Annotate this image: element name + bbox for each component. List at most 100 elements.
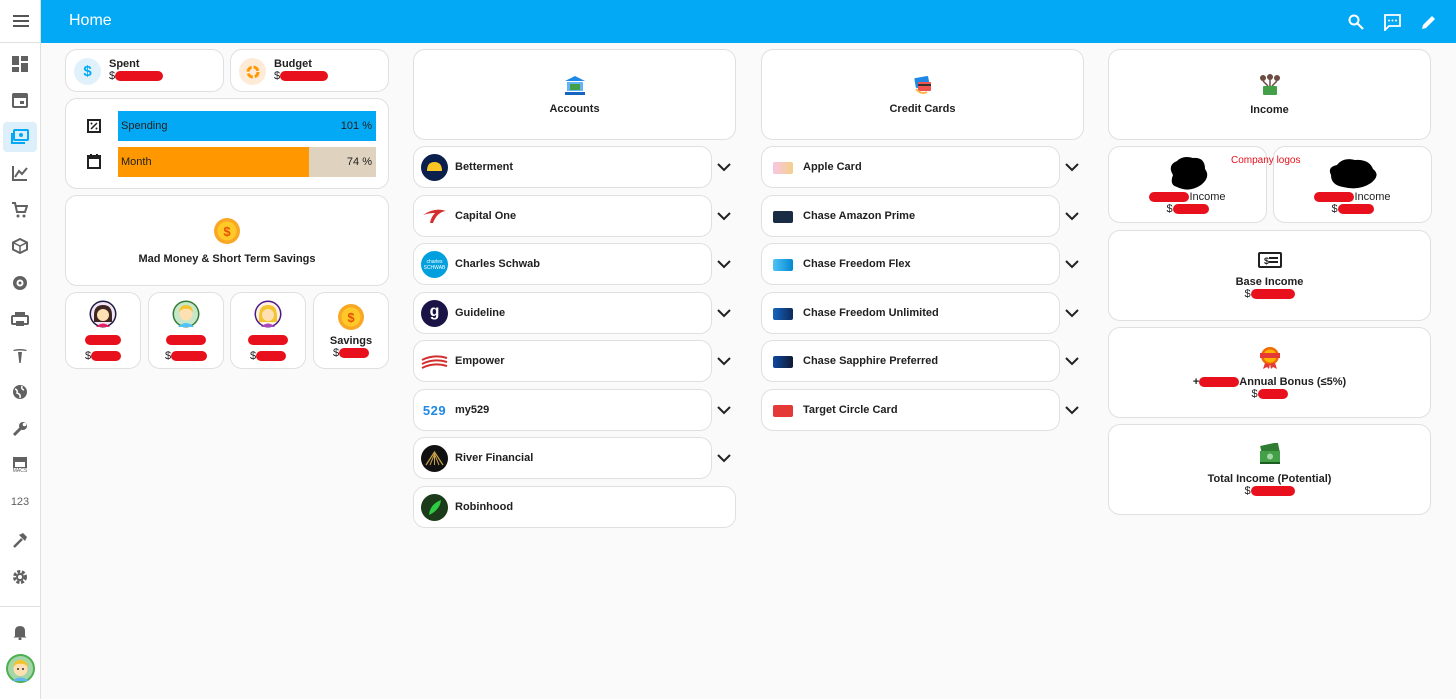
chevron-down-icon (717, 259, 731, 268)
robinhood-logo (421, 494, 448, 521)
sidebar-item-robot[interactable] (3, 268, 37, 298)
chevron-down-icon (1065, 308, 1079, 317)
savings-person-card[interactable]: $ Savings $ (313, 292, 389, 369)
expand-empower[interactable] (713, 350, 735, 372)
company-logo-redacted (1170, 156, 1207, 190)
account-name: Betterment (455, 161, 514, 173)
budget-value: $ (274, 70, 329, 82)
total-income-title: Total Income (Potential) (1207, 472, 1332, 485)
sidebar-item-package[interactable] (3, 231, 37, 261)
sidebar-item-settings[interactable] (3, 562, 37, 592)
card-name: Chase Freedom Unlimited (803, 307, 939, 319)
globe-icon (13, 385, 27, 399)
sidebar-item-numeric[interactable]: 123 (3, 487, 37, 517)
sidebar-item-tesla[interactable] (3, 341, 37, 371)
budget-icon-badge (239, 58, 266, 85)
expand-target-circle-card[interactable] (1061, 399, 1083, 421)
expand-chase-freedom-unlimited[interactable] (1061, 302, 1083, 324)
credit-cards-header-card[interactable]: Credit Cards (761, 49, 1084, 140)
total-income-card[interactable]: Total Income (Potential) $ (1108, 424, 1431, 515)
expand-betterment[interactable] (713, 156, 735, 178)
chevron-down-icon (1065, 405, 1079, 414)
account-row-guideline[interactable]: g Guideline (413, 292, 712, 334)
account-row-empower[interactable]: Empower (413, 340, 712, 382)
savings-card[interactable]: $ Mad Money & Short Term Savings (65, 195, 389, 286)
base-income-card[interactable]: $ Base Income $ (1108, 230, 1431, 321)
coin-icon: $ (214, 217, 240, 244)
schwab-logo: charles SCHWAB (421, 251, 448, 278)
bonus-card[interactable]: + Annual Bonus (≤5%) $ (1108, 327, 1431, 418)
sidebar-item-store[interactable]: MACS (3, 450, 37, 480)
sidebar-item-hammer[interactable] (3, 525, 37, 555)
sidebar-item-tools[interactable] (3, 414, 37, 444)
chevron-down-icon (717, 356, 731, 365)
user-avatar[interactable] (6, 654, 35, 683)
account-row-river-financial[interactable]: River Financial (413, 437, 712, 479)
savings-name: Savings (329, 334, 373, 347)
top-app-bar: Home (41, 0, 1456, 43)
account-name: Guideline (455, 307, 506, 319)
sidebar-item-dashboard[interactable] (3, 49, 37, 79)
expand-chase-sapphire-preferred[interactable] (1061, 350, 1083, 372)
account-row-betterment[interactable]: Betterment (413, 146, 712, 188)
card-row-apple-card[interactable]: Apple Card (761, 146, 1060, 188)
sidebar-item-notifications[interactable] (3, 617, 37, 647)
expand-charles-schwab[interactable] (713, 253, 735, 275)
sidebar-item-cart[interactable] (3, 195, 37, 225)
accounts-header-card[interactable]: Accounts (413, 49, 736, 140)
expand-my529[interactable] (713, 399, 735, 421)
expand-river-financial[interactable] (713, 447, 735, 469)
expand-guideline[interactable] (713, 302, 735, 324)
edit-button[interactable] (1418, 11, 1440, 33)
card-row-chase-sapphire-preferred[interactable]: Chase Sapphire Preferred (761, 340, 1060, 382)
person-card-1[interactable]: $ (65, 292, 141, 369)
printer-icon (11, 312, 29, 326)
card-row-chase-freedom-unlimited[interactable]: Chase Freedom Unlimited (761, 292, 1060, 334)
chevron-down-icon (717, 211, 731, 220)
svg-text:$: $ (1264, 256, 1269, 266)
chevron-down-icon (1065, 211, 1079, 220)
expand-capital-one[interactable] (713, 205, 735, 227)
account-name: River Financial (455, 452, 534, 464)
target-card-logo (773, 405, 793, 417)
spent-card[interactable]: $ Spent $ (65, 49, 224, 92)
card-row-target-circle-card[interactable]: Target Circle Card (761, 389, 1060, 431)
redaction (280, 71, 329, 82)
card-row-chase-freedom-flex[interactable]: Chase Freedom Flex (761, 243, 1060, 285)
account-row-charles-schwab[interactable]: charles SCHWAB Charles Schwab (413, 243, 712, 285)
expand-chase-freedom-flex[interactable] (1061, 253, 1083, 275)
company-logo-redacted (1329, 158, 1377, 188)
chevron-down-icon (717, 308, 731, 317)
sidebar-item-chart[interactable] (3, 158, 37, 188)
account-name: Charles Schwab (455, 258, 540, 270)
betterment-logo (421, 154, 448, 181)
expand-apple-card[interactable] (1061, 156, 1083, 178)
account-row-robinhood[interactable]: Robinhood (413, 486, 736, 528)
person-card-2[interactable]: $ (148, 292, 224, 369)
card-row-chase-amazon-prime[interactable]: Chase Amazon Prime (761, 195, 1060, 237)
budget-card[interactable]: Budget $ (230, 49, 389, 92)
account-row-my529[interactable]: 529 my529 (413, 389, 712, 431)
income-header-card[interactable]: Income (1108, 49, 1431, 140)
bonus-title: + Annual Bonus (≤5%) (1192, 375, 1347, 388)
sidebar-item-printer[interactable] (3, 304, 37, 334)
assist-button[interactable] (1381, 11, 1403, 33)
account-row-capital-one[interactable]: Capital One (413, 195, 712, 237)
search-button[interactable] (1345, 11, 1367, 33)
month-value: 74 % (346, 156, 372, 168)
person-card-3[interactable]: $ (230, 292, 306, 369)
sidebar-item-globe[interactable] (3, 377, 37, 407)
spent-value: $ (109, 70, 164, 82)
credit-card-icon (913, 75, 931, 94)
numeric-icon: 123 (10, 496, 30, 508)
menu-button[interactable] (0, 0, 41, 43)
sidebar-item-calendar[interactable] (3, 85, 37, 115)
spent-icon-badge: $ (74, 58, 101, 85)
expand-chase-amazon-prime[interactable] (1061, 205, 1083, 227)
sidebar-item-finance[interactable] (3, 122, 37, 152)
person-value: $ (250, 350, 287, 362)
bonus-badge-icon (1259, 346, 1280, 369)
chart-icon (12, 166, 28, 181)
spent-label: Spent (109, 58, 140, 70)
svg-text:$: $ (223, 224, 231, 239)
